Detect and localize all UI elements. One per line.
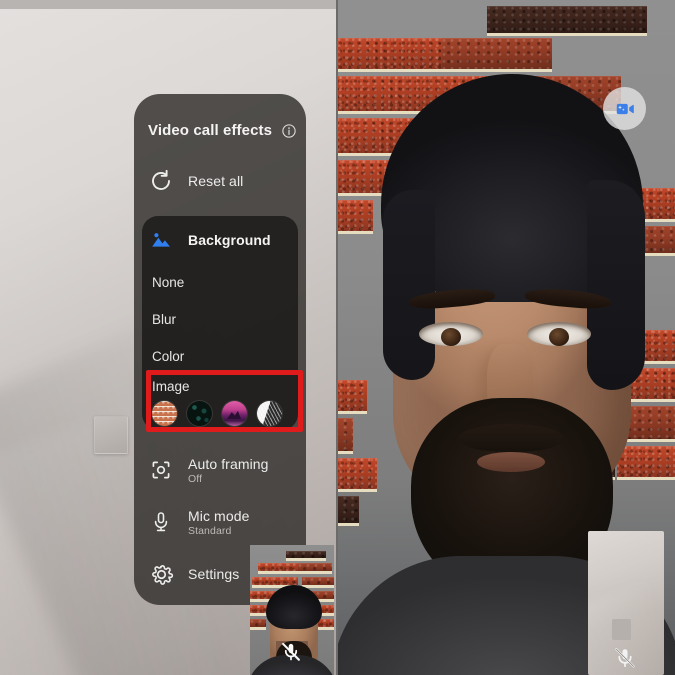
reset-all-button[interactable]: Reset all [134, 155, 306, 207]
auto-framing-text: Auto framing Off [188, 456, 269, 485]
mic-mode-value: Standard [188, 524, 232, 537]
dark-foliage-thumbnail[interactable] [187, 401, 212, 426]
background-label: Background [188, 232, 271, 248]
background-group: Background None Blur Color Image [142, 216, 298, 430]
auto-framing-value: Off [188, 472, 203, 485]
hair-right [587, 180, 645, 390]
eye-right [527, 322, 591, 346]
brick-tile [302, 577, 334, 588]
option-label: Blur [152, 312, 177, 327]
self-view-thumbnail[interactable] [250, 545, 334, 675]
option-label: Image [152, 379, 190, 394]
brick-tile [286, 551, 326, 561]
hair-left [383, 190, 435, 380]
brick-wall-thumbnail[interactable] [152, 401, 177, 426]
screen-root: Video call effects Reset all Background … [0, 0, 675, 675]
black-and-white-thumbnail[interactable] [257, 401, 282, 426]
image-mountain-icon [148, 227, 174, 253]
iris-right [549, 328, 569, 346]
eye-left [419, 322, 483, 346]
background-image-thumbnails [152, 401, 298, 426]
option-label: Color [152, 349, 185, 364]
pink-sunset-thumbnail[interactable] [222, 401, 247, 426]
brick-tile [258, 563, 300, 574]
reset-all-label: Reset all [188, 173, 244, 189]
lips [477, 452, 545, 472]
background-option-blur[interactable]: Blur [142, 301, 298, 338]
mic-mode-text: Mic mode Standard [188, 508, 249, 537]
microphone-muted-icon [282, 642, 300, 661]
video-effects-sparkle-icon [616, 103, 634, 114]
brick-tile [298, 563, 332, 574]
auto-framing-label: Auto framing [188, 455, 269, 472]
background-header[interactable]: Background [142, 216, 298, 264]
info-circle-icon[interactable] [281, 123, 297, 139]
iris-left [441, 328, 461, 346]
background-option-image[interactable]: Image [142, 375, 298, 426]
video-call-effects-panel: Video call effects Reset all Background … [134, 94, 306, 605]
pane-divider [336, 0, 338, 675]
wall-socket [612, 619, 631, 640]
reset-circular-arrow-icon [148, 168, 174, 194]
panel-header: Video call effects [134, 94, 306, 139]
brick-tile [250, 619, 266, 630]
option-label: None [152, 275, 185, 290]
video-effects-button[interactable] [603, 87, 646, 130]
microphone-muted-icon [615, 648, 635, 668]
background-option-none[interactable]: None [142, 264, 298, 301]
mic-mode-label: Mic mode [188, 507, 250, 524]
page-title: Video call effects [148, 122, 273, 139]
mustache [459, 424, 563, 452]
gear-icon [148, 561, 174, 587]
left-pane-top-strip [0, 0, 337, 9]
microphone-icon [148, 509, 174, 535]
mic-mode-row[interactable]: Mic mode Standard [134, 496, 306, 548]
background-option-color[interactable]: Color [142, 338, 298, 375]
auto-framing-row[interactable]: Auto framing Off [134, 444, 306, 496]
center-focus-icon [148, 457, 174, 483]
wall-socket [94, 416, 128, 454]
settings-label: Settings [188, 566, 240, 582]
